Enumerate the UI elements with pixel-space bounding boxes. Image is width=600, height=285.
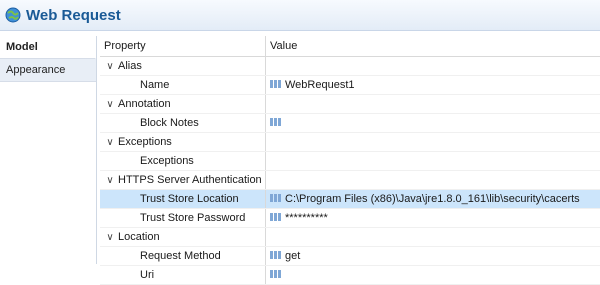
grid-rows: ∨ Alias Name WebRequest1 ∨ Annotation Block No… (100, 57, 600, 285)
field-icon (270, 251, 281, 260)
property-name-cell: Name (100, 76, 266, 94)
category-cell: ∨ Location (100, 228, 266, 246)
property-value-field[interactable] (266, 266, 600, 284)
property-name-cell: Exceptions (100, 152, 266, 170)
property-tabs: Model Appearance (0, 36, 97, 264)
category-cell: ∨ HTTPS Server Authentication (100, 171, 266, 189)
property-label: Trust Store Location (140, 193, 239, 205)
tab-model[interactable]: Model (0, 36, 96, 59)
field-icon (270, 194, 281, 203)
property-value: ********** (285, 212, 328, 224)
page-title: Web Request (26, 6, 121, 24)
field-icon (270, 213, 281, 222)
chevron-down-icon[interactable]: ∨ (104, 172, 116, 189)
property-name-cell: Block Notes (100, 114, 266, 132)
property-label: Block Notes (140, 117, 199, 129)
grid-header: Property Value (100, 36, 600, 57)
property-label: Request Method (140, 250, 221, 262)
editor-header: Web Request (0, 0, 600, 31)
property-name-cell: Trust Store Password (100, 209, 266, 227)
category-value-cell (266, 171, 600, 189)
property-value: C:\Program Files (x86)\Java\jre1.8.0_161… (285, 193, 580, 205)
field-icon (270, 270, 281, 279)
property-row[interactable]: Uri (100, 266, 600, 285)
property-category[interactable]: ∨ HTTPS Server Authentication (100, 171, 600, 190)
column-header-property[interactable]: Property (100, 36, 266, 56)
property-row[interactable]: Exceptions (100, 152, 600, 171)
chevron-down-icon[interactable]: ∨ (104, 96, 116, 113)
category-label: Location (118, 231, 160, 243)
category-label: Annotation (118, 98, 171, 110)
category-value-cell (266, 133, 600, 151)
property-row[interactable]: Trust Store Password ********** (100, 209, 600, 228)
field-icon (270, 80, 281, 89)
property-category[interactable]: ∨ Alias (100, 57, 600, 76)
property-name-cell: Uri (100, 266, 266, 284)
property-value-field[interactable]: WebRequest1 (266, 76, 600, 94)
category-cell: ∨ Annotation (100, 95, 266, 113)
property-label: Uri (140, 269, 155, 281)
field-icon (270, 118, 281, 127)
property-category[interactable]: ∨ Exceptions (100, 133, 600, 152)
tab-appearance[interactable]: Appearance (0, 59, 96, 82)
chevron-down-icon[interactable]: ∨ (104, 58, 116, 75)
property-label: Name (140, 79, 170, 91)
property-row[interactable]: Trust Store Location C:\Program Files (x8… (100, 190, 600, 209)
property-value-field[interactable]: C:\Program Files (x86)\Java\jre1.8.0_161… (266, 190, 600, 208)
property-value-field[interactable] (266, 152, 600, 170)
chevron-down-icon[interactable]: ∨ (104, 229, 116, 246)
column-header-value[interactable]: Value (266, 36, 600, 56)
category-label: HTTPS Server Authentication (118, 174, 262, 186)
property-name-cell: Trust Store Location (100, 190, 266, 208)
property-label: Trust Store Password (140, 212, 246, 224)
category-value-cell (266, 95, 600, 113)
property-value: WebRequest1 (285, 79, 355, 91)
property-value-field[interactable]: get (266, 247, 600, 265)
property-value-field[interactable]: ********** (266, 209, 600, 227)
property-name-cell: Request Method (100, 247, 266, 265)
property-row[interactable]: Request Method get (100, 247, 600, 266)
property-value: get (285, 250, 301, 262)
web-request-icon (5, 7, 21, 23)
chevron-down-icon[interactable]: ∨ (104, 134, 116, 151)
property-label: Exceptions (140, 155, 194, 167)
property-row[interactable]: Block Notes (100, 114, 600, 133)
category-label: Alias (118, 60, 142, 72)
category-value-cell (266, 57, 600, 75)
property-value-field[interactable] (266, 114, 600, 132)
category-label: Exceptions (118, 136, 172, 148)
category-cell: ∨ Exceptions (100, 133, 266, 151)
property-category[interactable]: ∨ Annotation (100, 95, 600, 114)
category-value-cell (266, 228, 600, 246)
category-cell: ∨ Alias (100, 57, 266, 75)
property-grid: Property Value ∨ Alias Name WebRequest1 ∨ Ann… (100, 36, 600, 285)
property-category[interactable]: ∨ Location (100, 228, 600, 247)
property-row[interactable]: Name WebRequest1 (100, 76, 600, 95)
